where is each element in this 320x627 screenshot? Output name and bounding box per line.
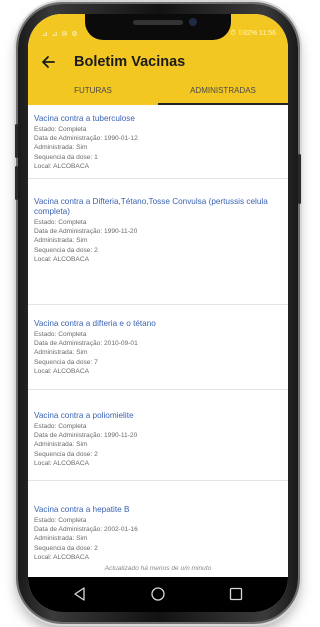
notch [85, 14, 231, 40]
vaccine-sequencia: Sequencia da dose: 2 [34, 450, 98, 458]
vaccine-name[interactable]: Vacina contra a hepatite B [34, 505, 280, 515]
vaccine-local: Local: ALCOBACA [34, 367, 89, 375]
circle-home-icon[interactable] [148, 584, 168, 604]
front-camera [189, 18, 197, 26]
list-item[interactable]: Vacina contra a hepatite B Estado: Compl… [28, 481, 288, 562]
vaccine-data: Data de Administração: 2002-01-16 [34, 526, 138, 534]
vaccine-administrada: Administrada: Sim [34, 237, 88, 245]
square-recent-icon[interactable] [226, 584, 246, 604]
vaccine-local: Local: ALCOBACA [34, 459, 89, 467]
power-button [298, 154, 301, 204]
vaccine-data: Data de Administração: 1990-11-20 [34, 432, 138, 440]
vaccine-administrada: Administrada: Sim [34, 144, 88, 152]
list-item[interactable]: Vacina contra a difteria e o tétano Esta… [28, 305, 288, 390]
vaccine-name[interactable]: Vacina contra a difteria e o tétano [34, 319, 280, 329]
vaccine-administrada: Administrada: Sim [34, 441, 88, 449]
list-item[interactable]: Vacina contra a poliomielite Estado: Com… [28, 390, 288, 481]
volume-button [15, 166, 18, 200]
vaccine-estado: Estado: Completa [34, 219, 87, 226]
phone-frame: ⊿ ⊿ ✉ ⚙ ⏱ ▯82% 11:56 Boletim Vacinas FUT… [15, 4, 301, 622]
vaccine-list[interactable]: Vacina contra a tuberculose Estado: Comp… [28, 105, 288, 565]
vaccine-sequencia: Sequencia da dose: 2 [34, 544, 98, 552]
vaccine-data: Data de Administração: 1990-01-12 [34, 135, 138, 143]
vaccine-administrada: Administrada: Sim [34, 535, 88, 543]
screen: ⊿ ⊿ ✉ ⚙ ⏱ ▯82% 11:56 Boletim Vacinas FUT… [28, 14, 288, 612]
vaccine-estado: Estado: Completa [34, 331, 87, 338]
vaccine-sequencia: Sequencia da dose: 1 [34, 153, 98, 161]
vaccine-name[interactable]: Vacina contra a Difteria,Tétano,Tosse Co… [34, 197, 280, 217]
vaccine-name[interactable]: Vacina contra a poliomielite [34, 411, 280, 421]
vaccine-estado: Estado: Completa [34, 517, 87, 524]
vaccine-estado: Estado: Completa [34, 423, 87, 430]
triangle-back-icon[interactable] [70, 584, 90, 604]
list-item[interactable]: Vacina contra a Difteria,Tétano,Tosse Co… [28, 179, 288, 305]
tab-bar: FUTURAS ADMINISTRADAS [28, 78, 288, 105]
app-bar: Boletim Vacinas [28, 46, 288, 78]
status-icons-left: ⊿ ⊿ ✉ ⚙ [42, 31, 79, 38]
vaccine-local: Local: ALCOBACA [34, 255, 89, 263]
speaker-grille [133, 20, 183, 25]
vaccine-data: Data de Administração: 2010-09-01 [34, 340, 138, 348]
android-nav-bar [28, 577, 288, 612]
vaccine-estado: Estado: Completa [34, 126, 87, 133]
tab-administradas[interactable]: ADMINISTRADAS [158, 78, 288, 105]
list-item[interactable]: Vacina contra a tuberculose Estado: Comp… [28, 105, 288, 179]
arrow-left-icon[interactable] [40, 54, 56, 70]
vaccine-administrada: Administrada: Sim [34, 349, 88, 357]
vaccine-local: Local: ALCOBACA [34, 162, 89, 170]
tab-futuras[interactable]: FUTURAS [28, 78, 158, 105]
page-title: Boletim Vacinas [74, 54, 186, 70]
status-bar: ⊿ ⊿ ✉ ⚙ ⏱ ▯82% 11:56 [28, 14, 288, 46]
vaccine-sequencia: Sequencia da dose: 2 [34, 246, 98, 254]
last-updated-note: Actualizado há menos de um minuto [104, 565, 212, 572]
status-clock-battery: ⏱ ▯82% 11:56 [230, 30, 276, 37]
vaccine-local: Local: ALCOBACA [34, 553, 89, 561]
vaccine-data: Data de Administração: 1990-11-20 [34, 228, 138, 236]
volume-button [15, 124, 18, 158]
vaccine-sequencia: Sequencia da dose: 7 [34, 358, 98, 366]
vaccine-name[interactable]: Vacina contra a tuberculose [34, 114, 280, 124]
